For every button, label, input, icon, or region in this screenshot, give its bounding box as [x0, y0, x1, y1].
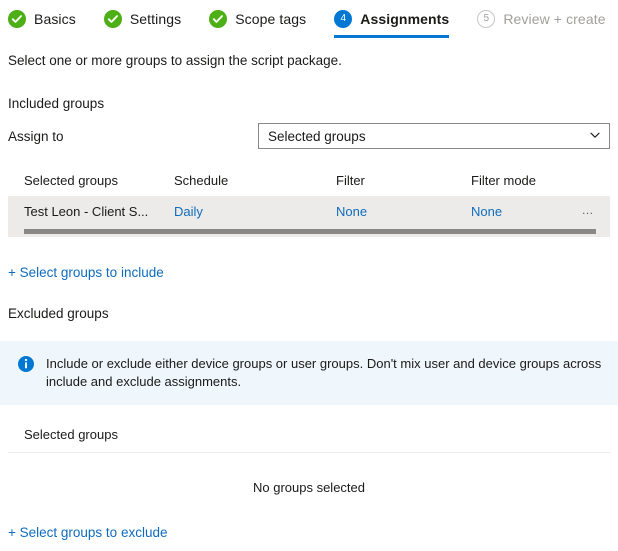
included-groups-heading: Included groups [8, 96, 105, 111]
assign-to-label: Assign to [8, 128, 64, 144]
tab-review-create[interactable]: 5 Review + create [477, 0, 615, 38]
excluded-groups-grid: Selected groups No groups selected [8, 427, 610, 495]
tab-settings-label: Settings [129, 11, 182, 27]
column-header-selected-groups: Selected groups [24, 173, 118, 188]
select-groups-to-include-link[interactable]: + Select groups to include [8, 265, 164, 280]
included-groups-grid: Selected groups Schedule Filter Filter m… [8, 173, 610, 237]
table-row[interactable]: Test Leon - Client S... Daily None None … [8, 196, 610, 226]
tab-scope-tags-label: Scope tags [235, 11, 307, 27]
assign-to-selected-value: Selected groups [268, 128, 366, 144]
check-circle-icon [209, 10, 228, 28]
empty-state-text: No groups selected [252, 480, 365, 495]
tab-scope-tags[interactable]: Scope tags [209, 0, 316, 38]
page-intro-text: Select one or more groups to assign the … [8, 53, 342, 68]
info-circle-icon [18, 356, 34, 375]
tab-settings[interactable]: Settings [103, 0, 191, 38]
chevron-down-icon [589, 129, 601, 144]
assign-to-select[interactable]: Selected groups [258, 123, 610, 149]
excluded-groups-pane: Selected groups No groups selected + Sel… [0, 427, 618, 540]
column-header-filter: Filter [336, 173, 365, 188]
assignments-pane: Select one or more groups to assign the … [0, 52, 618, 321]
column-header-schedule: Schedule [174, 173, 229, 188]
column-header-filter-mode: Filter mode [471, 173, 537, 188]
tab-basics-label: Basics [34, 11, 76, 27]
check-circle-icon [8, 10, 26, 28]
info-banner-text: Include or exclude either device groups … [46, 356, 602, 389]
grid-horizontal-scrollbar-thumb[interactable] [24, 229, 596, 234]
grid-horizontal-scrollbar[interactable] [8, 226, 610, 237]
tab-assignments-label: Assignments [360, 11, 450, 27]
tab-assignments[interactable]: 4 Assignments [334, 0, 459, 38]
cell-group-name: Test Leon - Client S... [24, 203, 149, 219]
row-overflow-menu-icon[interactable]: … [582, 204, 595, 216]
grid-body: Test Leon - Client S... Daily None None … [8, 196, 610, 237]
step-number-badge: 4 [334, 10, 353, 28]
info-banner: Include or exclude either device groups … [0, 341, 618, 405]
tab-review-create-label: Review + create [503, 11, 606, 27]
step-number-badge: 5 [477, 10, 496, 28]
tab-basics[interactable]: Basics [8, 0, 86, 38]
grid-header-row: Selected groups Schedule Filter Filter m… [8, 173, 610, 196]
check-circle-icon [103, 10, 122, 28]
cell-schedule[interactable]: Daily [158, 204, 320, 219]
column-header-selected-groups: Selected groups [8, 427, 610, 453]
cell-filter[interactable]: None [320, 204, 455, 219]
assign-to-row: Assign to Selected groups [8, 123, 610, 149]
wizard-step-tabs: Basics Settings Scope tags 4 Assignments… [0, 0, 618, 42]
active-tab-underline [334, 35, 450, 38]
select-groups-to-exclude-link[interactable]: + Select groups to exclude [8, 525, 167, 540]
excluded-groups-heading: Excluded groups [8, 306, 109, 321]
